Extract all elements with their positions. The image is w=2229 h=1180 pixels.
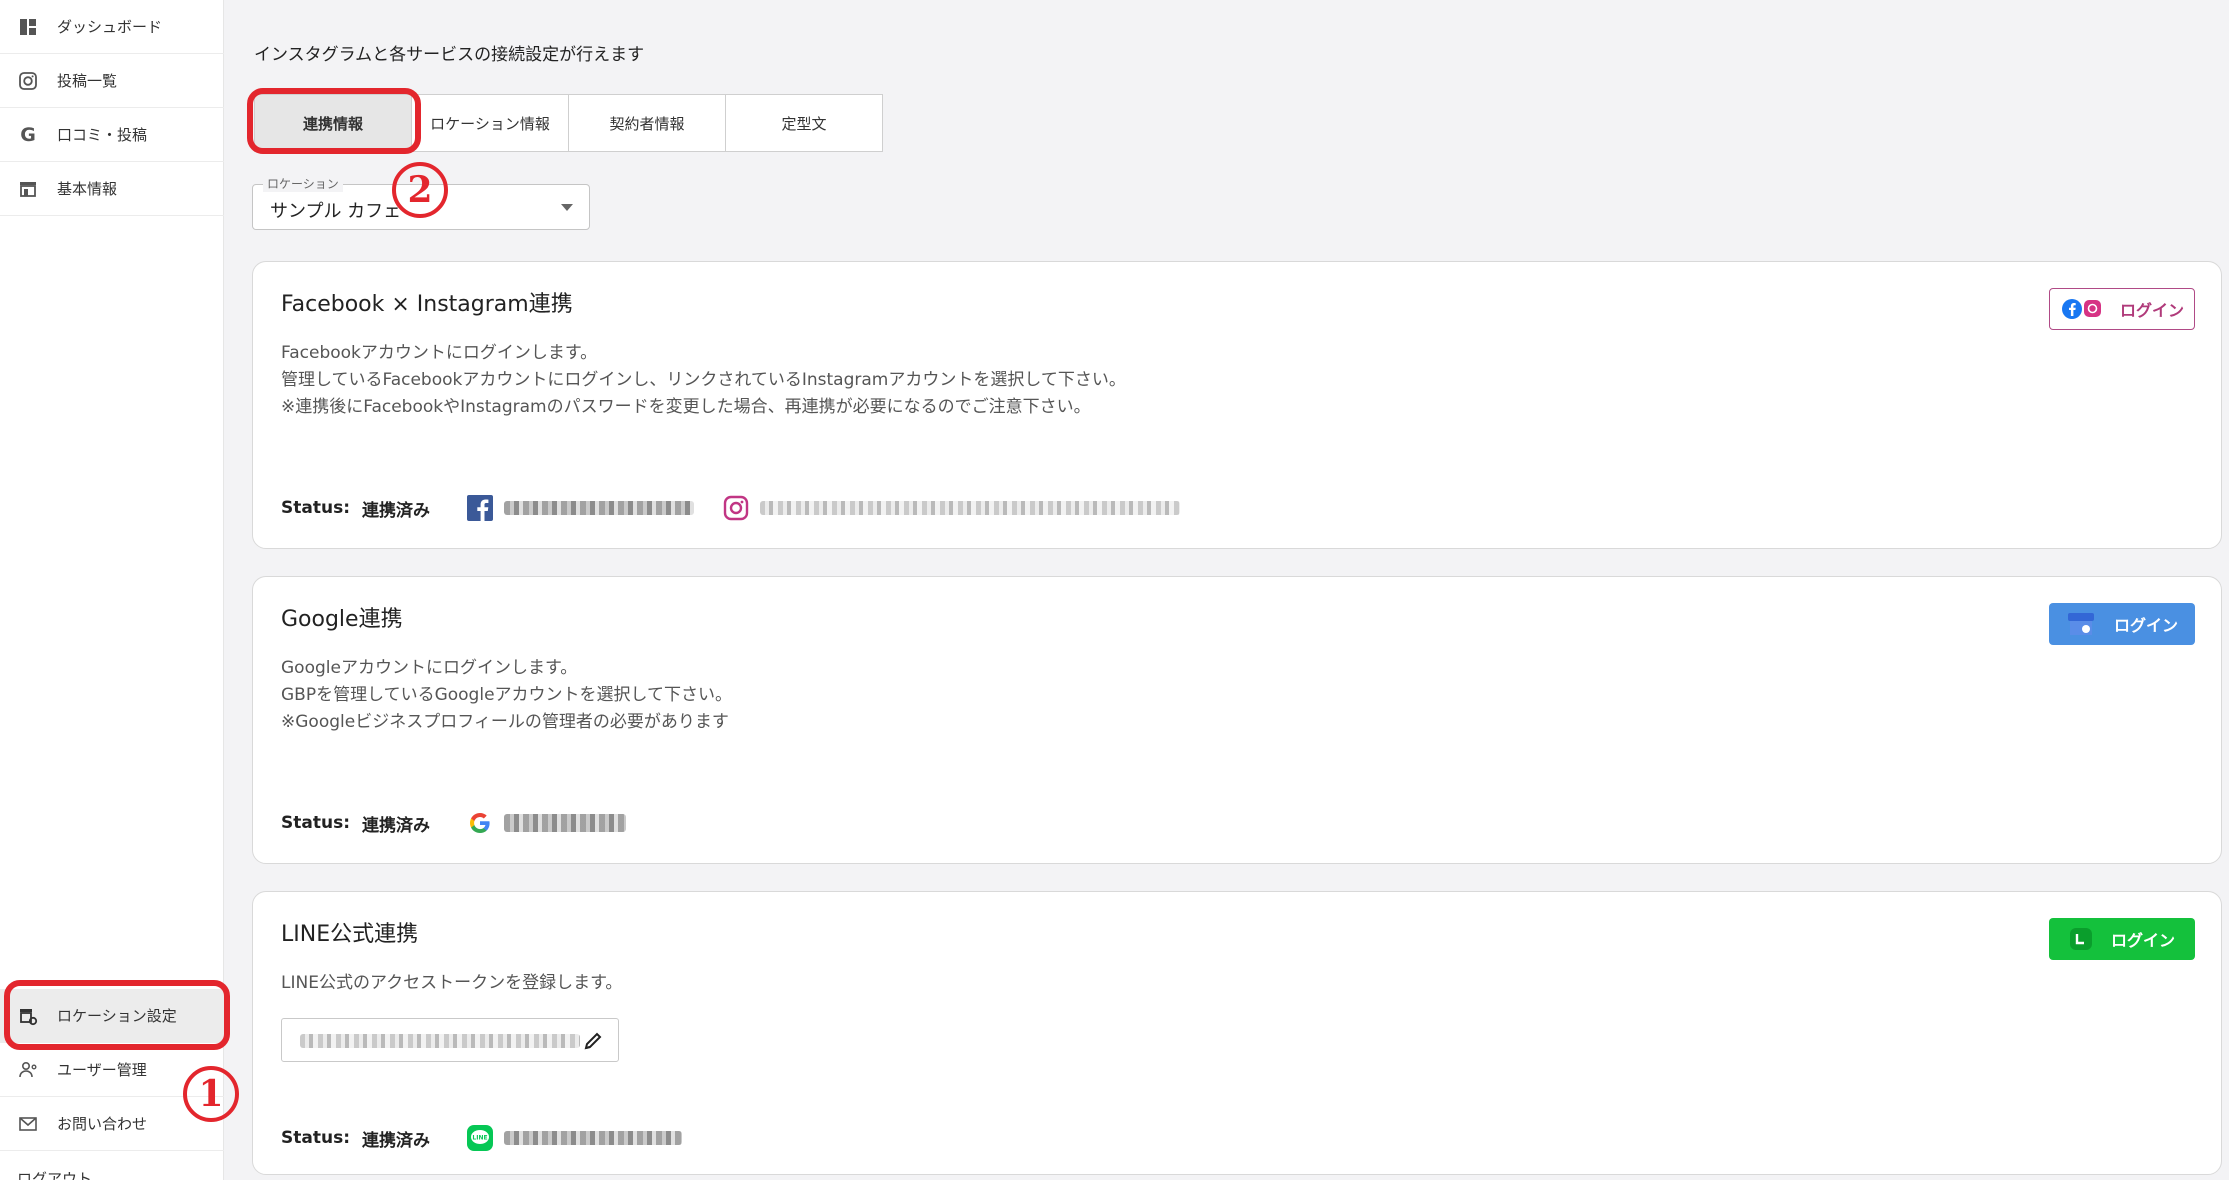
status-value: 連携済み <box>362 500 430 521</box>
page-intro: インスタグラムと各サービスの接続設定が行えます <box>254 45 645 65</box>
desc-line: 管理しているFacebookアカウントにログインし、リンクされているInstag… <box>281 370 1126 390</box>
facebook-account <box>466 494 694 522</box>
chevron-down-icon <box>561 204 573 211</box>
line-status: Status: 連携済み LINE <box>281 1124 710 1152</box>
facebook-login-button[interactable]: ログイン <box>2049 288 2195 330</box>
desc-line: ※Googleビジネスプロフィールの管理者の必要があります <box>281 712 729 732</box>
card-description: LINE公式のアクセストークンを登録します。 <box>281 970 622 997</box>
user-manage-icon <box>17 1059 39 1081</box>
tab-integration[interactable]: 連携情報 <box>254 94 412 152</box>
google-login-button[interactable]: ログイン <box>2049 603 2195 645</box>
sidebar-item-label: ロケーション設定 <box>57 1007 177 1025</box>
step-number-2: 2 <box>392 162 448 218</box>
sidebar-item-label: ログアウト <box>17 1169 93 1180</box>
status-label: Status: <box>281 813 350 833</box>
line-icon: LINE <box>466 1124 494 1152</box>
status-value: 連携済み <box>362 815 430 836</box>
desc-line: GBPを管理しているGoogleアカウントを選択して下さい。 <box>281 685 733 705</box>
google-business-icon <box>2066 611 2096 637</box>
facebook-instagram-logo-icon <box>2060 297 2102 321</box>
login-label: ログイン <box>2113 616 2178 635</box>
sidebar-item-label: ユーザー管理 <box>57 1061 147 1079</box>
sidebar-item-label: 投稿一覧 <box>57 72 118 90</box>
login-label: ログイン <box>2119 301 2184 320</box>
google-account <box>466 809 626 837</box>
main-content: インスタグラムと各サービスの接続設定が行えます 連携情報 ロケーション情報 契約… <box>224 0 2229 1180</box>
status-label: Status: <box>281 1128 350 1148</box>
location-select-value: サンプル カフェ <box>270 201 402 222</box>
sidebar-item-dashboard[interactable]: ダッシュボード <box>0 0 224 54</box>
desc-line: Googleアカウントにログインします。 <box>281 658 578 678</box>
card-title: LINE公式連携 <box>281 922 419 947</box>
sidebar-item-posts[interactable]: 投稿一覧 <box>0 54 224 108</box>
sidebar-item-label: 基本情報 <box>57 180 118 198</box>
google-status: Status: 連携済み <box>281 809 654 837</box>
tab-templates[interactable]: 定型文 <box>725 94 883 152</box>
access-token-field[interactable] <box>281 1018 619 1062</box>
card-description: Googleアカウントにログインします。 GBPを管理しているGoogleアカウ… <box>281 655 732 736</box>
instagram-icon <box>722 494 750 522</box>
line-login-button[interactable]: ログイン <box>2049 918 2195 960</box>
status-value: 連携済み <box>362 1130 430 1151</box>
google-g-icon: G <box>20 123 36 146</box>
redacted-account-name <box>504 1131 682 1145</box>
line-logo-icon <box>2069 927 2093 951</box>
settings-tabs: 連携情報 ロケーション情報 契約者情報 定型文 <box>254 94 883 154</box>
card-description: Facebookアカウントにログインします。 管理しているFacebookアカウ… <box>281 340 1126 421</box>
sidebar-item-location-settings[interactable]: ロケーション設定 <box>0 989 224 1043</box>
desc-line: LINE公式のアクセストークンを登録します。 <box>281 973 623 993</box>
desc-line: ※連携後にFacebookやInstagramのパスワードを変更した場合、再連携… <box>281 397 1091 417</box>
instagram-account <box>722 494 1180 522</box>
line-account: LINE <box>466 1124 682 1152</box>
redacted-account-name <box>760 501 1180 515</box>
status-label: Status: <box>281 498 350 518</box>
login-label: ログイン <box>2110 931 2175 950</box>
tab-location-info[interactable]: ロケーション情報 <box>411 94 569 152</box>
svg-text:LINE: LINE <box>472 1135 487 1142</box>
card-title: Google連携 <box>281 607 403 632</box>
sidebar-item-label: 口コミ・投稿 <box>57 126 148 144</box>
location-settings-icon <box>17 1005 39 1027</box>
facebook-instagram-card: Facebook × Instagram連携 Facebookアカウントにログイ… <box>252 261 2222 549</box>
sidebar-item-reviews[interactable]: G 口コミ・投稿 <box>0 108 224 162</box>
mail-icon <box>17 1113 39 1135</box>
desc-line: Facebookアカウントにログインします。 <box>281 343 598 363</box>
tab-contractor-info[interactable]: 契約者情報 <box>568 94 726 152</box>
facebook-status: Status: 連携済み <box>281 494 1208 522</box>
google-card: Google連携 Googleアカウントにログインします。 GBPを管理している… <box>252 576 2222 864</box>
redacted-account-name <box>504 501 694 515</box>
sidebar-item-label: ダッシュボード <box>57 18 163 36</box>
location-select-label: ロケーション <box>263 175 343 192</box>
redacted-token <box>300 1034 580 1048</box>
dashboard-icon <box>17 16 39 38</box>
instagram-icon <box>17 70 39 92</box>
sidebar-item-label: お問い合わせ <box>57 1115 148 1133</box>
facebook-icon <box>466 494 494 522</box>
redacted-account-name <box>504 814 626 832</box>
pencil-edit-icon[interactable] <box>582 1030 604 1052</box>
sidebar-item-basic-info[interactable]: 基本情報 <box>0 162 224 216</box>
sidebar-item-logout[interactable]: ログアウト <box>0 1151 224 1180</box>
google-g-icon <box>466 809 494 837</box>
card-title: Facebook × Instagram連携 <box>281 292 573 317</box>
sidebar: ダッシュボード 投稿一覧 G 口コミ・投稿 基本情報 ロケーション設定 ユーザー… <box>0 0 224 1180</box>
store-icon <box>17 178 39 200</box>
line-card: LINE公式連携 LINE公式のアクセストークンを登録します。 ログイン Sta… <box>252 891 2222 1175</box>
